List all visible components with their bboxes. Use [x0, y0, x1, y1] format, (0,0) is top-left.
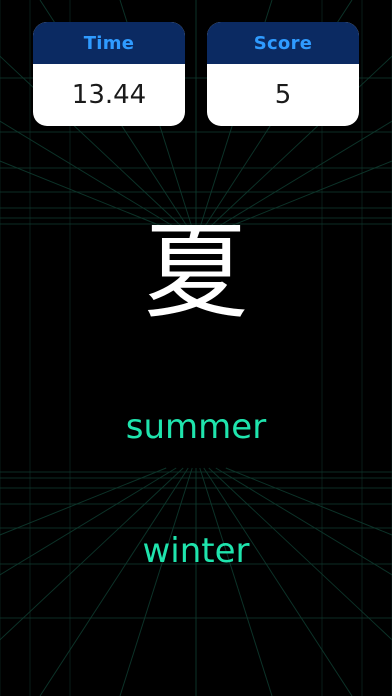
score-label: Score [207, 22, 359, 64]
answer-option-summer[interactable]: summer [0, 405, 392, 449]
score-card: Score 5 [207, 22, 359, 126]
grid-line [119, 467, 193, 696]
grid-line [0, 467, 167, 536]
answer-option-winter[interactable]: winter [0, 529, 392, 573]
time-label: Time [33, 22, 185, 64]
grid-line [225, 467, 392, 536]
grid-line [0, 467, 177, 576]
question-kanji: 夏 [143, 211, 248, 333]
time-value: 13.44 [71, 80, 147, 110]
score-value: 5 [274, 80, 292, 110]
grid-line [199, 467, 273, 696]
game-screen: Time 13.44 Score 5 夏 summer winter [0, 0, 392, 696]
time-card: Time 13.44 [33, 22, 185, 126]
grid-line [215, 467, 392, 576]
